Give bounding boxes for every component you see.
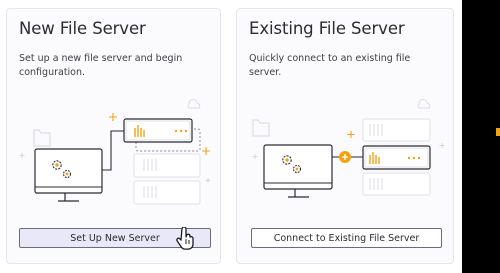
cloud-icon	[417, 99, 431, 109]
server-icon	[123, 118, 193, 143]
folder-icon	[252, 119, 270, 137]
server-icon	[362, 145, 431, 170]
computer-icon	[34, 148, 103, 202]
hand-cursor-icon	[176, 227, 194, 250]
existing-file-server-card[interactable]: Existing File Server Quickly connect to …	[236, 8, 454, 264]
background-edge	[462, 0, 500, 273]
existing-server-illustration	[252, 99, 445, 198]
folder-icon	[33, 129, 51, 147]
connect-existing-server-button[interactable]: Connect to Existing File Server	[251, 228, 442, 248]
accent-marker	[496, 128, 500, 136]
new-file-server-card[interactable]: New File Server Set up a new file server…	[6, 8, 221, 264]
computer-icon	[263, 144, 333, 198]
cloud-icon	[187, 99, 201, 109]
plus-sparkle-icon	[347, 131, 355, 138]
new-server-illustration	[19, 99, 211, 205]
